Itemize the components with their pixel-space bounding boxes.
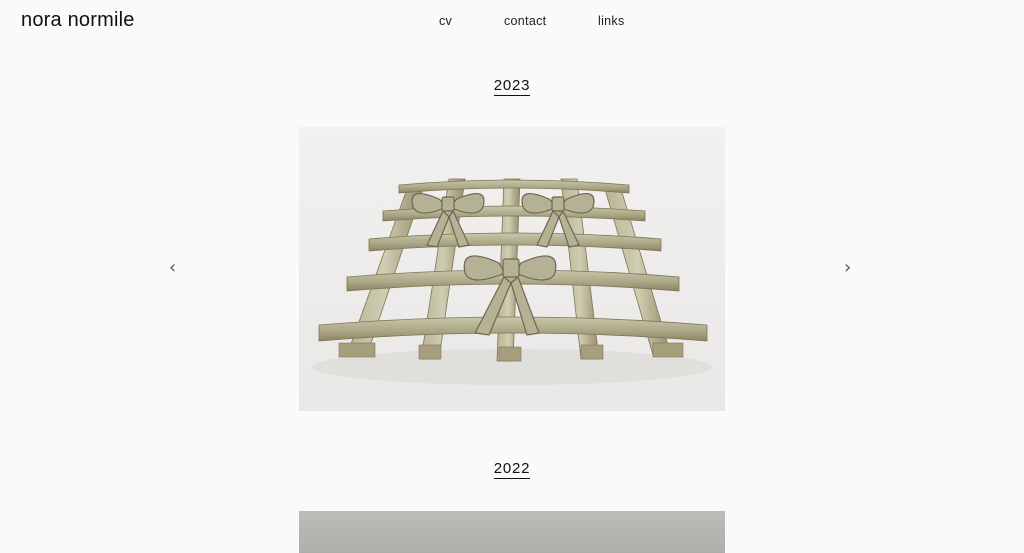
- gallery-image-2023[interactable]: [299, 127, 725, 411]
- carousel-next-arrow-icon[interactable]: ›: [844, 258, 851, 278]
- nav-link-contact[interactable]: contact: [504, 14, 546, 28]
- year-heading-2022: 2022: [0, 460, 1024, 479]
- main-nav: cv contact links: [0, 14, 1024, 34]
- year-link[interactable]: 2022: [493, 460, 531, 479]
- year-heading-2023: 2023: [0, 77, 1024, 96]
- nav-link-links[interactable]: links: [598, 14, 625, 28]
- sculpture-image: [299, 127, 725, 411]
- carousel-prev-arrow-icon[interactable]: ‹: [169, 258, 176, 278]
- gallery-image-2022[interactable]: [299, 511, 725, 553]
- nav-link-cv[interactable]: cv: [439, 14, 452, 28]
- page: nora normile cv contact links 2023 ‹ › 2…: [0, 0, 1024, 553]
- year-link[interactable]: 2023: [493, 77, 531, 96]
